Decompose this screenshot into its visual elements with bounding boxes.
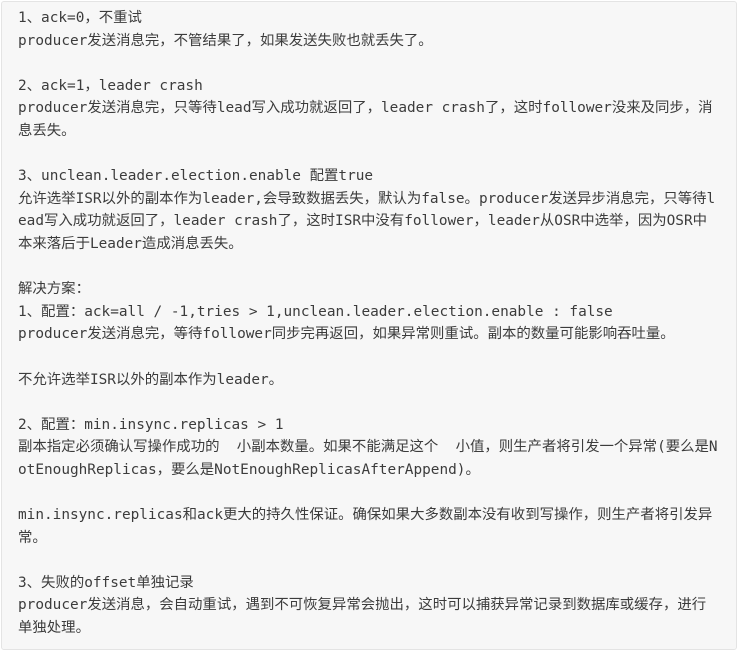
text-line-solution2-note: min.insync.replicas和ack更大的持久性保证。确保如果大多数副… [18,507,713,546]
text-line-solution2-config: 2、配置：min.insync.replicas > 1 [18,416,284,433]
text-line-unclean-title: 3、unclean.leader.election.enable 配置true [18,168,374,185]
text-line-solution-heading: 解决方案： [18,281,90,298]
text-line-solution1-config: 1、配置：ack=all / -1,tries > 1,unclean.lead… [18,303,613,320]
text-line-solution1-desc: producer发送消息完，等待follower同步完再返回，如果异常则重试。副… [18,326,675,343]
text-line-ack1-desc: producer发送消息完，只等待lead写入成功就返回了，leader cra… [18,100,713,139]
text-line-solution3-title: 3、失败的offset单独记录 [18,574,194,591]
text-line-solution3-desc: producer发送消息，会自动重试，遇到不可恢复异常会抛出，这时可以捕获异常记… [18,597,707,637]
text-line-solution2-desc: 副本指定必须确认写操作成功的 小副本数量。如果不能满足这个 小值，则生产者将引发… [18,439,718,478]
text-line-solution1-note: 不允许选举ISR以外的副本作为leader。 [18,371,284,388]
code-block: 1、ack=0，不重试 producer发送消息完，不管结果了，如果发送失败也就… [1,1,737,650]
text-line-ack1-title: 2、ack=1，leader crash [18,77,203,94]
text-line-ack0-title: 1、ack=0，不重试 [18,10,142,26]
text-line-ack0-desc: producer发送消息完，不管结果了，如果发送失败也就丢失了。 [18,32,433,49]
text-line-unclean-desc: 允许选举ISR以外的副本作为leader,会导致数据丢失，默认为false。pr… [18,190,716,252]
